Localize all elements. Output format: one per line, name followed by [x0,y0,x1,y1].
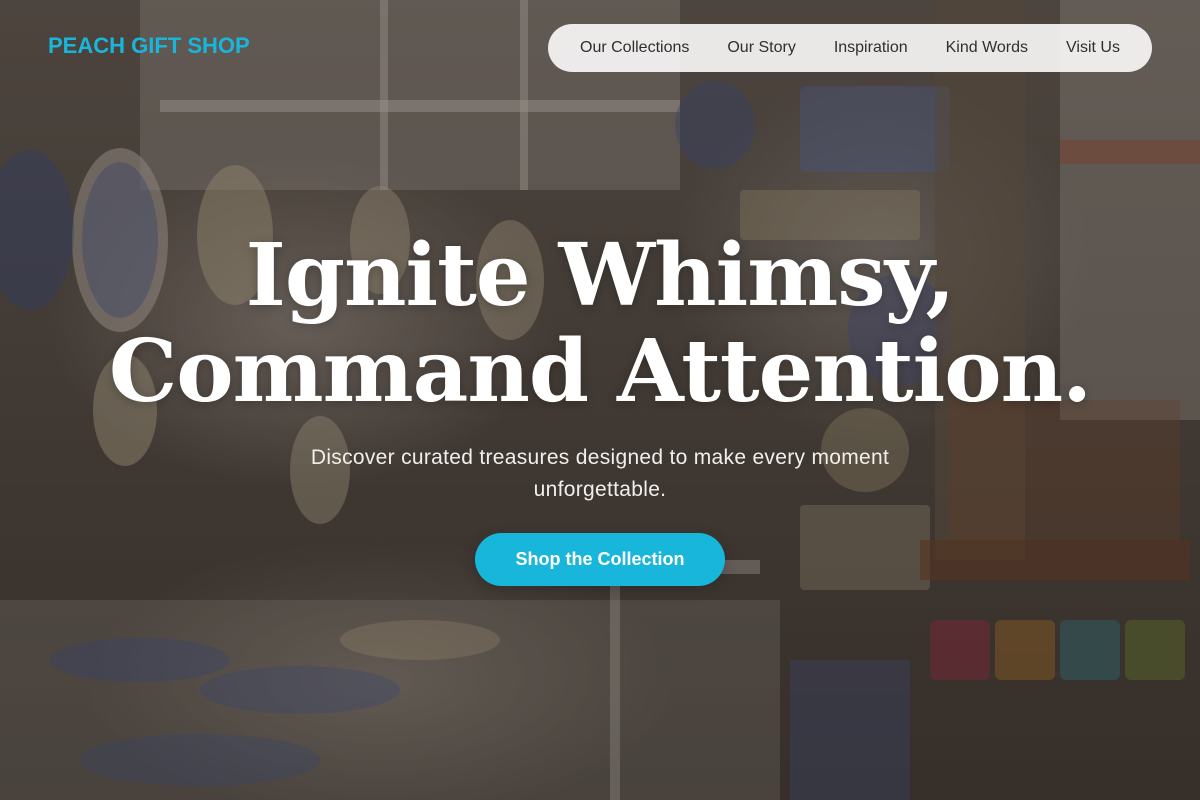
hero-subtitle: Discover curated treasures designed to m… [310,446,890,501]
nav-item-our-collections[interactable]: Our Collections [580,39,689,57]
nav-item-our-story[interactable]: Our Story [727,39,795,57]
main-nav: Our Collections Our Story Inspiration Ki… [548,24,1152,72]
hero-title: Ignite Whimsy, Command Attention. [0,228,1200,420]
site-header: PEACH GIFT SHOP Our Collections Our Stor… [0,0,1200,96]
nav-item-kind-words[interactable]: Kind Words [946,39,1028,57]
hero-title-line-2: Command Attention. [108,321,1092,422]
brand-logo[interactable]: PEACH GIFT SHOP [48,33,250,59]
hero-title-line-1: Ignite Whimsy, [245,225,956,326]
nav-item-inspiration[interactable]: Inspiration [834,39,908,57]
nav-item-visit-us[interactable]: Visit Us [1066,39,1120,57]
shop-collection-button[interactable]: Shop the Collection [475,533,725,586]
